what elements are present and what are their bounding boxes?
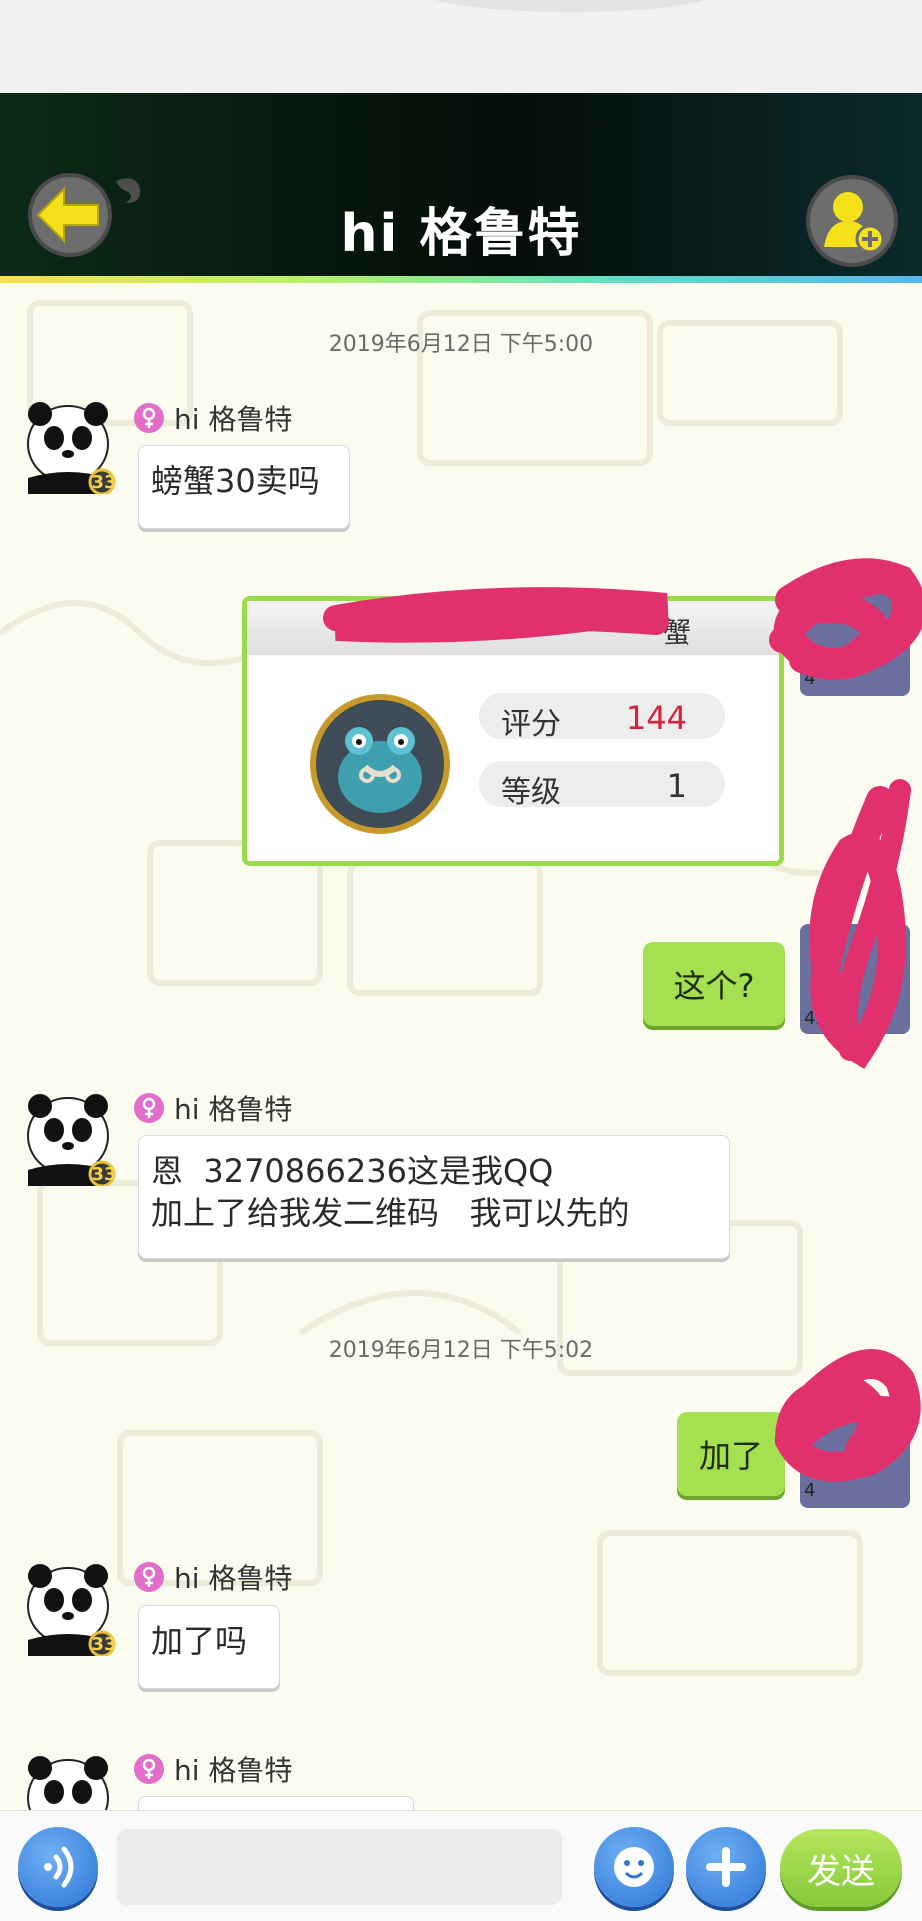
smiley-icon — [614, 1847, 654, 1887]
input-bar: 发送 — [0, 1810, 922, 1921]
redaction-scribbles — [323, 558, 922, 1482]
more-options-button[interactable] — [686, 1827, 766, 1907]
emoji-button[interactable] — [594, 1827, 674, 1907]
voice-button[interactable] — [18, 1827, 98, 1907]
send-button[interactable]: 发送 — [780, 1829, 902, 1907]
plus-icon — [706, 1847, 746, 1887]
voice-icon — [44, 1846, 74, 1888]
message-input[interactable] — [117, 1829, 562, 1905]
